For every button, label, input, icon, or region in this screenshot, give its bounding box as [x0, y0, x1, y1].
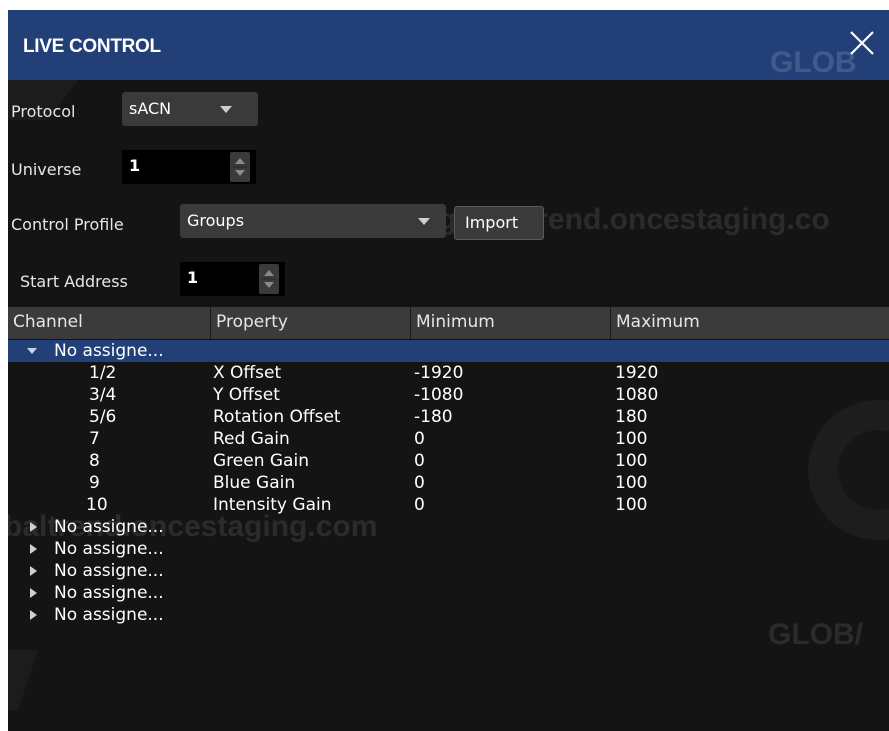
table-row[interactable]: 8 Green Gain 0 100 [8, 450, 889, 472]
property-cell: Intensity Gain [213, 495, 332, 515]
expand-triangle-right-icon[interactable] [27, 582, 41, 604]
expand-triangle-right-icon[interactable] [27, 560, 41, 582]
stepper-arrows-icon [233, 158, 247, 176]
channel-cell: 3/4 [89, 385, 117, 405]
control-profile-dropdown[interactable]: Groups [180, 204, 446, 238]
property-cell: Red Gain [213, 429, 290, 449]
maximum-cell: 180 [615, 407, 648, 427]
group-row-collapsed[interactable]: No assigne... [8, 516, 889, 538]
column-header-property[interactable]: Property [211, 307, 411, 339]
channel-cell: 10 [86, 495, 108, 515]
import-button-label: Import [465, 213, 519, 232]
maximum-cell: 100 [615, 495, 648, 515]
channel-cell: 5/6 [89, 407, 117, 427]
maximum-cell: 1920 [615, 363, 659, 383]
channel-cell: 9 [89, 473, 100, 493]
minimum-cell: 0 [414, 473, 425, 493]
protocol-label: Protocol [11, 102, 76, 121]
property-cell: Blue Gain [213, 473, 296, 493]
import-button[interactable]: Import [454, 206, 544, 240]
maximum-cell: 100 [615, 429, 648, 449]
stepper-arrows-icon [262, 270, 276, 288]
group-label: No assigne... [54, 561, 164, 581]
table-row[interactable]: 9 Blue Gain 0 100 [8, 472, 889, 494]
universe-label: Universe [11, 160, 82, 179]
table-row[interactable]: 7 Red Gain 0 100 [8, 428, 889, 450]
minimum-cell: 0 [414, 429, 425, 449]
table-row[interactable]: 3/4 Y Offset -1080 1080 [8, 384, 889, 406]
control-profile-label: Control Profile [11, 215, 124, 234]
title-bar: GLOB LIVE CONTROL [8, 10, 889, 80]
start-address-value: 1 [187, 268, 199, 287]
expand-triangle-right-icon[interactable] [27, 516, 41, 538]
expand-triangle-right-icon[interactable] [27, 538, 41, 560]
channel-table: Channel Property Minimum Maximum No assi… [8, 307, 889, 731]
group-label: No assigne... [54, 539, 164, 559]
control-profile-value: Groups [187, 211, 245, 230]
channel-cell: 7 [89, 429, 100, 449]
expand-triangle-right-icon[interactable] [27, 604, 41, 626]
group-row-collapsed[interactable]: No assigne... [8, 538, 889, 560]
group-row-expanded[interactable]: No assigne... [8, 340, 889, 362]
start-address-label: Start Address [20, 272, 128, 291]
start-address-stepper-buttons[interactable] [259, 264, 279, 294]
universe-stepper-buttons[interactable] [230, 152, 250, 182]
universe-value: 1 [129, 156, 141, 175]
group-label: No assigne... [54, 517, 164, 537]
channel-cell: 1/2 [89, 363, 117, 383]
property-cell: Rotation Offset [213, 407, 341, 427]
close-icon[interactable] [842, 24, 882, 64]
column-header-minimum[interactable]: Minimum [411, 307, 611, 339]
property-cell: Y Offset [213, 385, 280, 405]
group-row-collapsed[interactable]: No assigne... [8, 604, 889, 626]
chevron-down-icon [418, 218, 430, 225]
table-header: Channel Property Minimum Maximum [8, 307, 889, 339]
minimum-cell: -1920 [414, 363, 464, 383]
minimum-cell: -180 [414, 407, 453, 427]
universe-spinbox[interactable]: 1 [122, 150, 256, 184]
minimum-cell: -1080 [414, 385, 464, 405]
minimum-cell: 0 [414, 495, 425, 515]
maximum-cell: 100 [615, 451, 648, 471]
start-address-spinbox[interactable]: 1 [180, 262, 285, 296]
protocol-dropdown[interactable]: sACN [122, 92, 258, 126]
protocol-value: sACN [129, 99, 172, 118]
group-label: No assigne... [54, 605, 164, 625]
maximum-cell: 100 [615, 473, 648, 493]
table-row[interactable]: 1/2 X Offset -1920 1920 [8, 362, 889, 384]
group-row-collapsed[interactable]: No assigne... [8, 582, 889, 604]
group-label: No assigne... [54, 341, 164, 361]
minimum-cell: 0 [414, 451, 425, 471]
column-header-channel[interactable]: Channel [8, 307, 211, 339]
maximum-cell: 1080 [615, 385, 659, 405]
table-row[interactable]: 10 Intensity Gain 0 100 [8, 494, 889, 516]
column-header-maximum[interactable]: Maximum [611, 307, 889, 339]
table-row[interactable]: 5/6 Rotation Offset -180 180 [8, 406, 889, 428]
window-title: LIVE CONTROL [23, 36, 161, 57]
property-cell: X Offset [213, 363, 282, 383]
expand-triangle-down-icon[interactable] [25, 340, 39, 362]
property-cell: Green Gain [213, 451, 309, 471]
chevron-down-icon [220, 106, 232, 113]
channel-cell: 8 [89, 451, 100, 471]
group-label: No assigne... [54, 583, 164, 603]
group-row-collapsed[interactable]: No assigne... [8, 560, 889, 582]
